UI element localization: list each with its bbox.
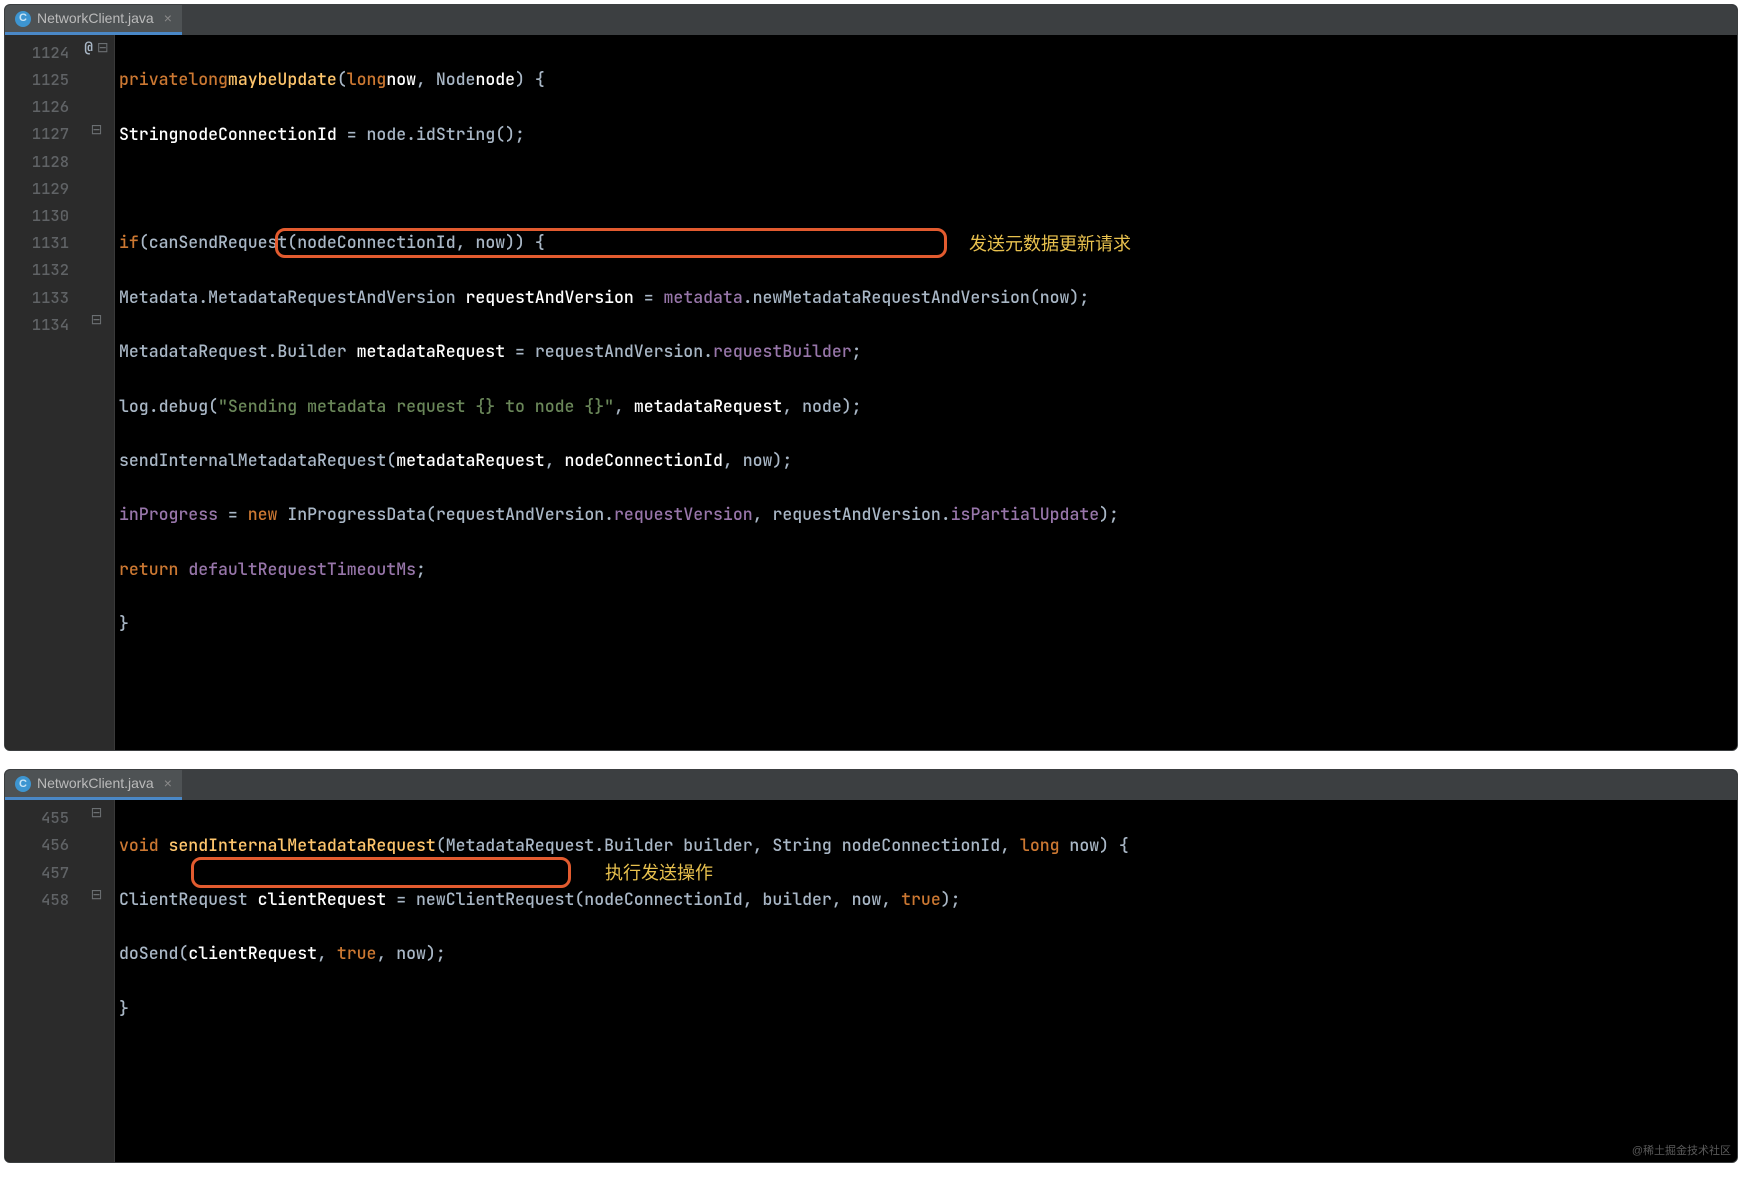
file-tab[interactable]: NetworkClient.java × bbox=[5, 5, 182, 35]
line-number: 455 bbox=[41, 805, 69, 831]
highlight-box bbox=[191, 857, 571, 888]
fold-icon[interactable]: ⊟ bbox=[97, 37, 109, 60]
fold-icon[interactable]: ⊟ bbox=[91, 119, 103, 142]
file-tab[interactable]: NetworkClient.java × bbox=[5, 770, 182, 800]
tab-bar: NetworkClient.java × bbox=[5, 770, 1737, 800]
override-marker-icon: @ bbox=[84, 37, 92, 60]
line-number: 1129 bbox=[32, 176, 69, 202]
code-content[interactable]: private long maybeUpdate(long now, Node … bbox=[115, 35, 1737, 750]
line-number: 1132 bbox=[32, 257, 69, 283]
line-number-gutter: 1124 1125 1126 1127 1128 1129 1130 1131 … bbox=[5, 35, 79, 750]
watermark: @稀土掘金技术社区 bbox=[1632, 1142, 1731, 1160]
tab-filename: NetworkClient.java bbox=[37, 7, 154, 30]
line-number: 1124 bbox=[32, 40, 69, 66]
line-number: 458 bbox=[41, 887, 69, 913]
line-number: 1131 bbox=[32, 230, 69, 256]
tab-filename: NetworkClient.java bbox=[37, 772, 154, 795]
close-icon[interactable]: × bbox=[164, 772, 172, 795]
fold-end-icon[interactable]: ⊟ bbox=[91, 884, 103, 907]
line-number: 1125 bbox=[32, 67, 69, 93]
line-number: 1127 bbox=[32, 121, 69, 147]
line-number: 1134 bbox=[32, 312, 69, 338]
annotation-label: 执行发送操作 bbox=[605, 859, 713, 889]
java-class-icon bbox=[15, 11, 31, 27]
line-number: 456 bbox=[41, 832, 69, 858]
line-number: 1133 bbox=[32, 285, 69, 311]
marker-gutter: ⊟ ⊟ bbox=[79, 800, 115, 1162]
code-area: 1124 1125 1126 1127 1128 1129 1130 1131 … bbox=[5, 35, 1737, 750]
fold-end-icon[interactable]: ⊟ bbox=[91, 309, 103, 332]
java-class-icon bbox=[15, 776, 31, 792]
line-number: 1128 bbox=[32, 149, 69, 175]
editor-panel-top: NetworkClient.java × 1124 1125 1126 1127… bbox=[4, 4, 1738, 751]
tab-bar: NetworkClient.java × bbox=[5, 5, 1737, 35]
line-number: 457 bbox=[41, 860, 69, 886]
close-icon[interactable]: × bbox=[164, 7, 172, 30]
fold-icon[interactable]: ⊟ bbox=[91, 802, 103, 825]
code-area: 455 456 457 458 ⊟ ⊟ void sendInternalMet… bbox=[5, 800, 1737, 1162]
line-number: 1126 bbox=[32, 94, 69, 120]
editor-panel-bottom: NetworkClient.java × 455 456 457 458 ⊟ ⊟… bbox=[4, 769, 1738, 1163]
code-content[interactable]: void sendInternalMetadataRequest(Metadat… bbox=[115, 800, 1737, 1162]
line-number: 1130 bbox=[32, 203, 69, 229]
annotation-label: 发送元数据更新请求 bbox=[969, 230, 1131, 260]
marker-gutter: @⊟ ⊟ ⊟ bbox=[79, 35, 115, 750]
line-number-gutter: 455 456 457 458 bbox=[5, 800, 79, 1162]
